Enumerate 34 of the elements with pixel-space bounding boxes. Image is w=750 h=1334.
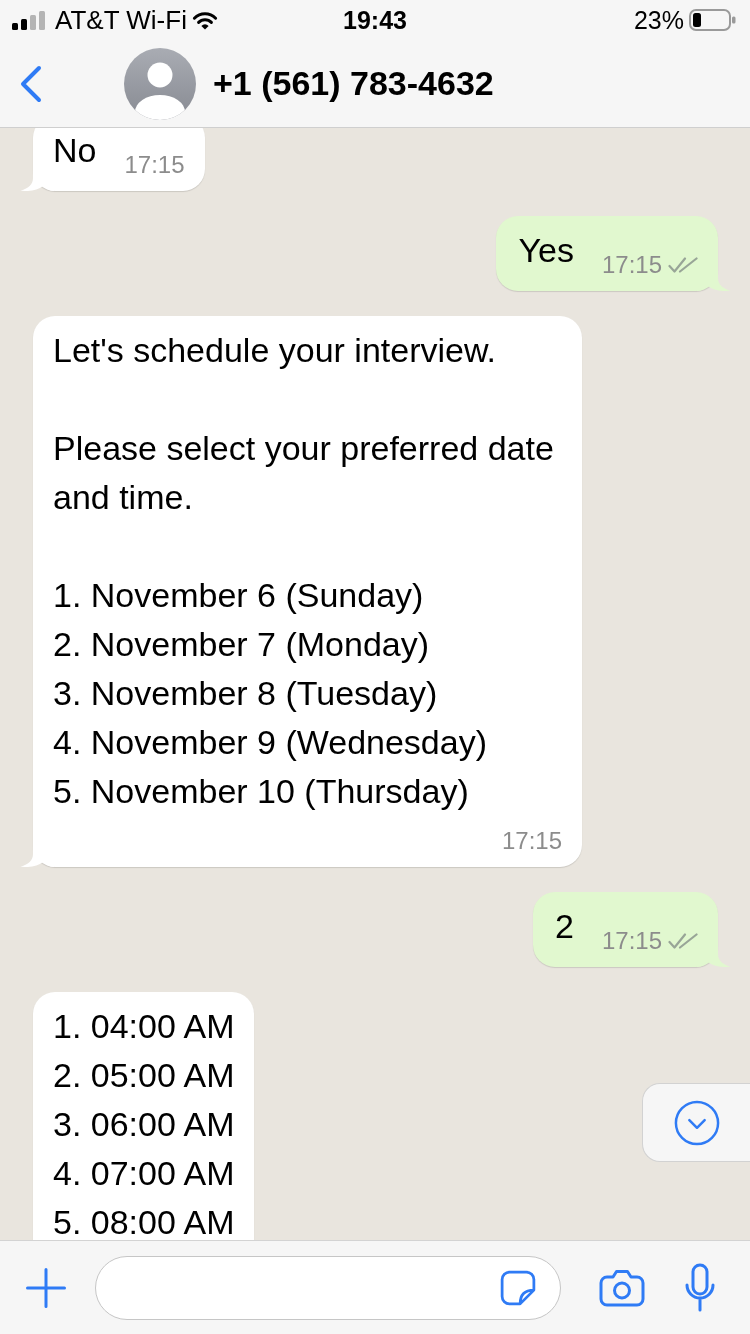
message-text: 5. November 10 (Thursday) (53, 771, 470, 812)
carrier-label: AT&T Wi-Fi (55, 7, 187, 33)
signal-icon (12, 10, 46, 30)
microphone-button[interactable] (684, 1262, 716, 1313)
clock-time: 19:43 (343, 7, 407, 33)
sticker-button[interactable] (500, 1269, 536, 1306)
message-text: 5. 08:00 AM (53, 1202, 235, 1240)
battery-percent: 23% (633, 7, 684, 33)
message-time: 17:15 (501, 828, 562, 854)
plus-button[interactable] (26, 1267, 66, 1308)
message-text: Yes (518, 230, 574, 271)
message-text: 4. November 9 (Wednesday) (53, 722, 488, 763)
contact-name[interactable]: +1 (561) 783-4632 (213, 63, 494, 104)
message-text: No (53, 130, 97, 171)
scroll-down-button[interactable] (642, 1083, 750, 1162)
camera-button[interactable] (599, 1268, 645, 1307)
message-text: 2. November 7 (Monday) (53, 624, 431, 665)
avatar-icon[interactable] (124, 47, 196, 120)
message-time: 17:15 (601, 928, 662, 954)
message-text: 1. November 6 (Sunday) (53, 575, 425, 616)
message-text: 4. 07:00 AM (53, 1153, 235, 1194)
message-text: 2. 05:00 AM (53, 1055, 235, 1096)
battery-icon (689, 9, 736, 31)
message-text: 2 (555, 906, 574, 947)
message-time: 17:15 (601, 252, 662, 278)
message-text: 3. November 8 (Tuesday) (53, 673, 439, 714)
wifi-icon (191, 10, 218, 30)
message-time: 17:15 (124, 152, 185, 178)
chevron-down-circle-icon (674, 1099, 720, 1146)
message-text: Let's schedule your interview. (53, 330, 498, 371)
message-text: 3. 06:00 AM (53, 1104, 235, 1145)
message-text: 1. 04:00 AM (53, 1006, 235, 1047)
back-button[interactable] (18, 63, 44, 104)
message-text: Please select your preferred date and time. (53, 428, 555, 518)
